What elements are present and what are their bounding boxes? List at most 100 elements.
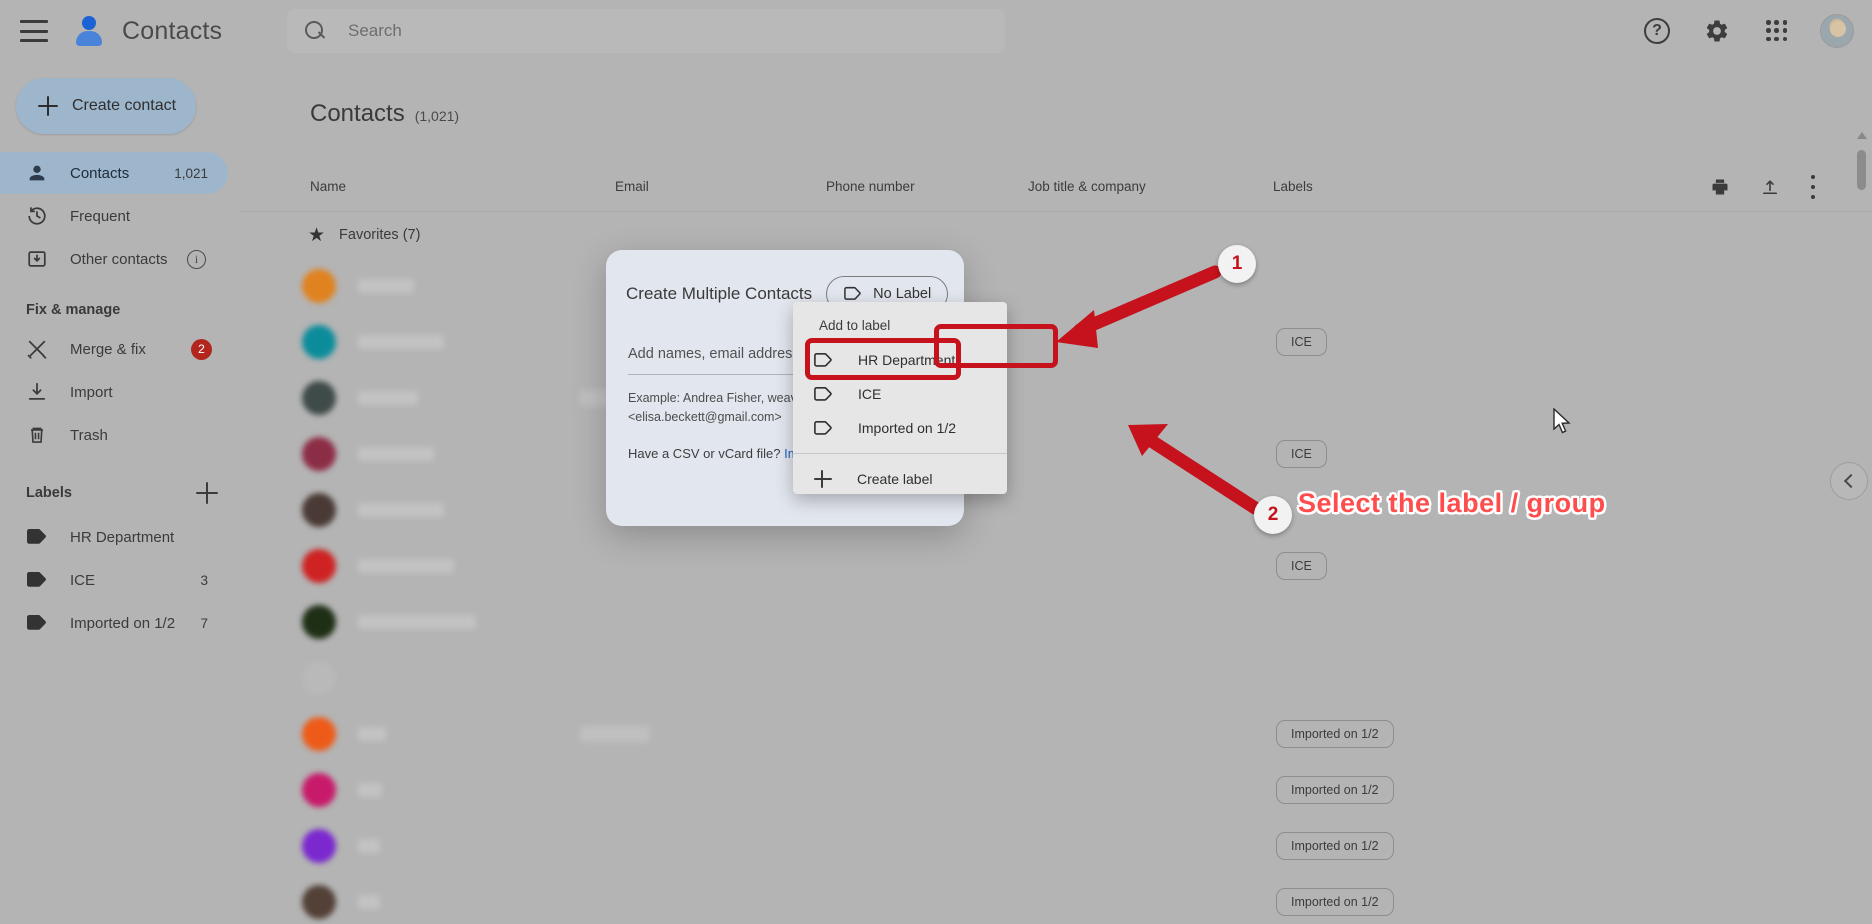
sidebar-label: Trash (70, 426, 108, 444)
avatar (302, 549, 336, 583)
apps-grid-icon (1766, 20, 1788, 42)
printer-icon[interactable] (1710, 177, 1730, 197)
contact-name (358, 503, 444, 517)
table-header-actions (1710, 174, 1816, 199)
sidebar-item-trash[interactable]: Trash (0, 414, 228, 456)
table-row[interactable]: Imported on 1/2 (240, 818, 1872, 874)
app-root: Contacts ? Crea (0, 0, 1872, 924)
table-row[interactable] (240, 594, 1872, 650)
table-row[interactable] (240, 482, 1872, 538)
page-contact-count: (1,021) (414, 108, 460, 124)
upload-export-icon[interactable] (1760, 177, 1780, 197)
avatar (302, 717, 336, 751)
contacts-list: +919748367474 ICE ICE ICE Imported on 1/2 Imp… (240, 258, 1872, 924)
label-chip: ICE (1276, 440, 1327, 468)
archive-down-icon (26, 248, 48, 270)
merge-fix-badge: 2 (191, 338, 212, 360)
column-header-email[interactable]: Email (615, 179, 649, 194)
menu-item-imported-on-1-2[interactable]: Imported on 1/2 (793, 411, 1007, 445)
menu-item-ice[interactable]: ICE (793, 377, 1007, 411)
sidebar-item-merge-fix[interactable]: Merge & fix 2 (0, 328, 228, 370)
scroll-up-arrow-icon[interactable] (1857, 132, 1867, 139)
table-row[interactable]: Imported on 1/2 (240, 762, 1872, 818)
column-header-labels[interactable]: Labels (1273, 179, 1313, 194)
label-chip: ICE (1276, 328, 1327, 356)
sidebar-label-ice[interactable]: ICE 3 (0, 559, 228, 601)
star-icon: ★ (308, 224, 326, 246)
plus-icon (813, 469, 833, 489)
add-to-label-menu: Add to label HR Department ICE Imported … (793, 302, 1007, 494)
create-contact-button[interactable]: Create contact (16, 78, 196, 134)
table-header: Name Email Phone number Job title & comp… (240, 162, 1872, 212)
avatar (302, 605, 336, 639)
scrollbar[interactable] (1856, 132, 1868, 924)
sidebar-item-contacts[interactable]: Contacts 1,021 (0, 152, 228, 194)
hamburger-menu-icon[interactable] (20, 20, 48, 42)
column-header-job[interactable]: Job title & company (1028, 179, 1146, 194)
avatar[interactable] (1820, 14, 1854, 48)
contact-name (358, 447, 434, 461)
table-row[interactable]: Imported on 1/2 (240, 874, 1872, 924)
table-row[interactable]: Imported on 1/2 (240, 706, 1872, 762)
sidebar-label: ICE (70, 571, 96, 589)
person-icon (26, 162, 48, 184)
top-app-bar: Contacts ? (0, 0, 1872, 62)
table-row[interactable] (240, 370, 1872, 426)
table-row[interactable]: +919748367474 (240, 258, 1872, 314)
annotation-step2-text: Select the label / group (1298, 488, 1606, 518)
contact-name (358, 783, 382, 797)
table-row[interactable]: ICE (240, 426, 1872, 482)
sidebar-label: Other contacts (70, 250, 168, 268)
label-tag-icon (26, 614, 48, 632)
help-button[interactable]: ? (1640, 14, 1674, 48)
sidebar: Create contact Contacts 1,021 Frequent O… (0, 62, 240, 924)
scrollbar-thumb[interactable] (1857, 150, 1866, 190)
contact-name (358, 895, 380, 909)
favorites-group-row[interactable]: ★ Favorites (7) (240, 212, 1872, 258)
step-badge-1: 1 (1218, 245, 1256, 283)
contact-name (358, 391, 418, 405)
info-icon[interactable]: i (187, 249, 206, 269)
menu-header: Add to label (819, 318, 891, 333)
avatar (302, 773, 336, 807)
kebab-more-icon[interactable] (1810, 174, 1816, 199)
sidebar-item-other-contacts[interactable]: Other contacts i (0, 238, 228, 280)
create-label-text: Create label (857, 471, 933, 487)
contact-email (580, 726, 650, 742)
table-row[interactable]: ICE (240, 538, 1872, 594)
sidebar-label-hr-department[interactable]: HR Department (0, 516, 228, 558)
label-tag-icon (813, 352, 834, 369)
menu-item-hr-department[interactable]: HR Department (793, 343, 1007, 377)
apps-button[interactable] (1760, 14, 1794, 48)
dialog-title: Create Multiple Contacts (626, 284, 813, 303)
avatar (302, 325, 336, 359)
sidebar-section-fix-manage: Fix & manage (26, 302, 121, 318)
sidebar-label-imported-on-1-2[interactable]: Imported on 1/2 7 (0, 602, 228, 644)
sidebar-item-import[interactable]: Import (0, 371, 228, 413)
menu-divider (793, 453, 1007, 454)
table-row[interactable]: ICE (240, 314, 1872, 370)
add-label-button[interactable] (196, 482, 218, 504)
column-header-phone[interactable]: Phone number (826, 179, 915, 194)
search-input[interactable] (348, 21, 948, 41)
help-circle-icon: ? (1644, 18, 1670, 44)
sidebar-item-frequent[interactable]: Frequent (0, 195, 228, 237)
label-chip: Imported on 1/2 (1276, 720, 1394, 748)
table-row[interactable] (240, 650, 1872, 706)
sidebar-label: Imported on 1/2 (70, 614, 176, 632)
step-badge-2: 2 (1254, 496, 1292, 534)
menu-item-label: Imported on 1/2 (858, 420, 957, 436)
search-bar[interactable] (287, 9, 1005, 53)
contact-name (358, 727, 386, 741)
app-brand: Contacts (72, 14, 222, 48)
settings-button[interactable] (1700, 14, 1734, 48)
sidebar-label: HR Department (70, 528, 175, 546)
menu-item-create-label[interactable]: Create label (793, 462, 1007, 496)
labels-section-header: Labels (26, 482, 218, 504)
page-title: Contacts (310, 100, 405, 127)
label-chip: Imported on 1/2 (1276, 832, 1394, 860)
label-chip: ICE (1276, 552, 1327, 580)
contact-name (358, 615, 476, 629)
sidebar-label: Merge & fix (70, 340, 146, 358)
column-header-name[interactable]: Name (310, 179, 346, 194)
